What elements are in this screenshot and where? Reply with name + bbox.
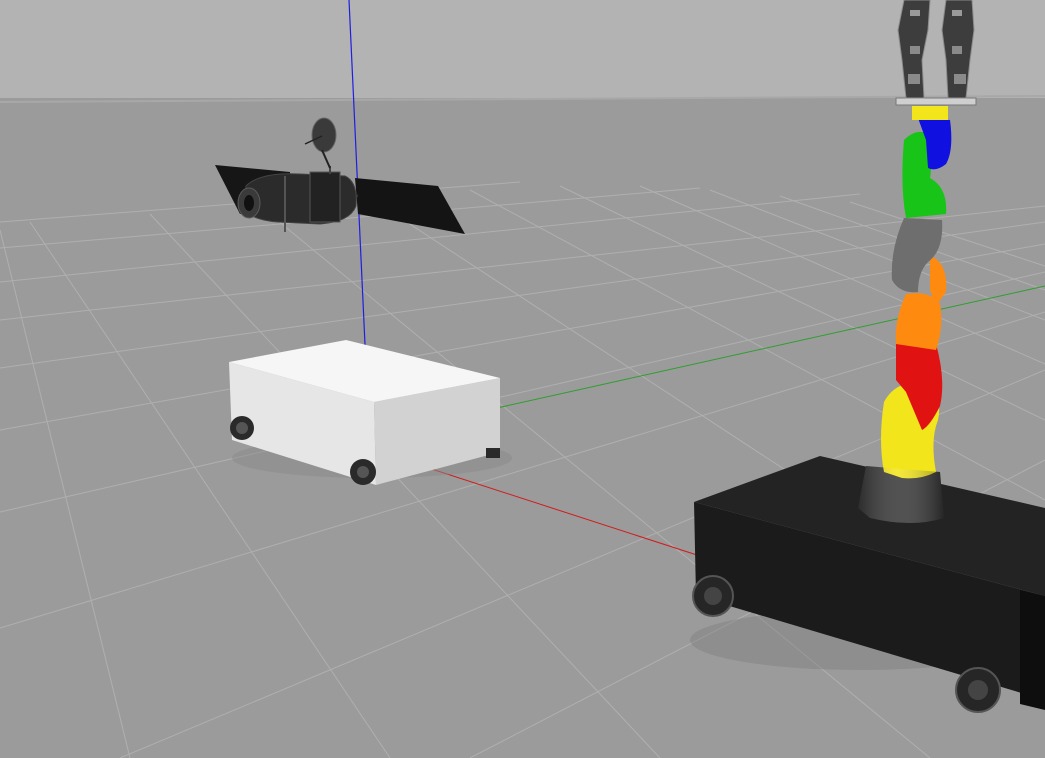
gripper-plate xyxy=(895,97,977,106)
wheel xyxy=(692,575,734,617)
simulation-viewport[interactable] xyxy=(0,0,1045,758)
arm-flange xyxy=(912,106,948,120)
satellite-dish xyxy=(311,117,337,153)
sky xyxy=(0,0,1045,104)
wheel xyxy=(955,667,1001,713)
black-base-front xyxy=(1020,590,1045,710)
wheel xyxy=(230,416,254,440)
wheel xyxy=(350,459,376,485)
